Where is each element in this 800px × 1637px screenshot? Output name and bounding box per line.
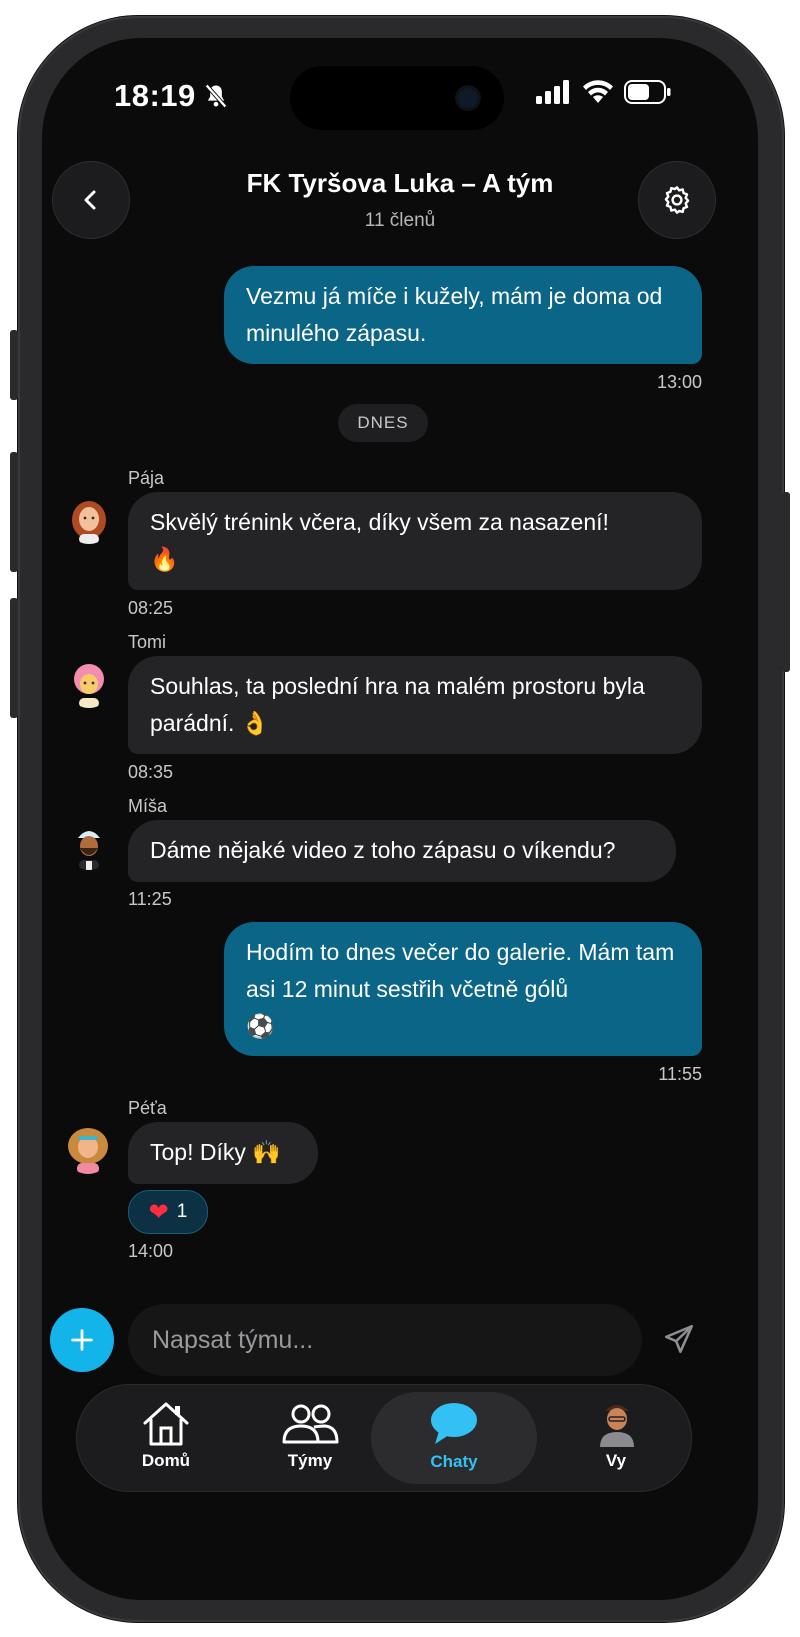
message-bubble-incoming[interactable]: Souhlas, ta poslední hra na malém prosto…: [128, 656, 702, 754]
tab-profile[interactable]: Vy: [541, 1385, 691, 1491]
tab-label: Domů: [141, 1451, 191, 1470]
avatar-paja-icon: [66, 498, 112, 544]
fire-emoji-icon: 🔥: [150, 547, 179, 573]
action-button: [10, 330, 18, 400]
message-text: Hodím to dnes večer do galerie. Mám tam …: [246, 939, 675, 1002]
tab-label: Chaty: [430, 1452, 478, 1471]
plus-icon: [71, 1329, 93, 1351]
sender-name: Tomi: [128, 632, 167, 652]
message-time: 14:00: [128, 1241, 174, 1261]
screen: 18:19 FK Tyršova Luka – A tým 11 členů V…: [42, 38, 758, 1600]
avatar[interactable]: [66, 662, 112, 708]
bell-slash-icon: [205, 84, 227, 108]
cellular-signal-icon: [536, 80, 569, 104]
member-count: 11 členů: [364, 210, 436, 231]
people-icon: [282, 1404, 339, 1444]
dynamic-island: [290, 66, 504, 130]
message-time: 08:35: [128, 762, 174, 782]
tab-chats[interactable]: Chaty: [371, 1392, 537, 1484]
send-button[interactable]: [662, 1322, 696, 1361]
wifi-icon: [583, 80, 613, 103]
profile-avatar: [600, 1405, 634, 1447]
chat-bubble-icon: [431, 1403, 477, 1444]
avatar-misa-icon: [66, 824, 112, 870]
avatar-tomi-icon: [66, 662, 112, 708]
soccer-ball-emoji-icon: ⚽: [246, 1014, 275, 1040]
heart-icon: ❤: [148, 1198, 169, 1226]
sender-name: Pája: [128, 468, 165, 488]
camera-icon: [458, 88, 478, 108]
message-bubble-outgoing[interactable]: Vezmu já míče i kužely, mám je doma od m…: [224, 266, 702, 364]
message-text: Top! Díky: [150, 1139, 246, 1165]
message-text: Dáme nějaké video z toho zápasu o víkend…: [150, 837, 616, 863]
message-text: Souhlas, ta poslední hra na malém prosto…: [150, 673, 645, 736]
settings-button[interactable]: [638, 161, 716, 239]
message-time: 08:25: [128, 598, 174, 618]
add-attachment-button[interactable]: [50, 1308, 114, 1372]
chat-title: FK Tyršova Luka – A tým: [246, 168, 554, 198]
message-text: Skvělý trénink včera, díky všem za nasaz…: [150, 509, 609, 535]
message-text: Vezmu já míče i kužely, mám je doma od m…: [246, 283, 663, 346]
avatar[interactable]: [66, 498, 112, 544]
back-button[interactable]: [52, 161, 130, 239]
message-input[interactable]: Napsat týmu...: [128, 1304, 642, 1376]
ok-hand-emoji-icon: 👌: [240, 711, 270, 737]
day-separator: DNES: [338, 404, 428, 442]
gear-icon: [664, 186, 690, 214]
tab-label: Vy: [605, 1451, 627, 1470]
reaction-badge[interactable]: ❤ 1: [128, 1190, 208, 1234]
message-bubble-incoming[interactable]: Skvělý trénink včera, díky všem za nasaz…: [128, 492, 702, 590]
volume-up-button: [10, 452, 18, 572]
power-button: [782, 492, 790, 672]
battery-icon: [624, 80, 671, 104]
avatar[interactable]: [64, 1126, 112, 1174]
volume-down-button: [10, 598, 18, 718]
tab-label: Týmy: [287, 1451, 333, 1470]
home-icon: [143, 1402, 189, 1446]
avatar-peta-icon: [64, 1126, 112, 1174]
avatar[interactable]: [66, 824, 112, 870]
message-time: 11:55: [658, 1064, 702, 1084]
chevron-left-icon: [84, 190, 96, 210]
tab-teams[interactable]: Týmy: [235, 1385, 385, 1491]
status-time: 18:19: [114, 78, 196, 113]
message-time: 11:25: [128, 889, 172, 909]
message-bubble-incoming[interactable]: Top! Díky 🙌: [128, 1122, 318, 1184]
message-bubble-incoming[interactable]: Dáme nějaké video z toho zápasu o víkend…: [128, 820, 676, 882]
message-bubble-outgoing[interactable]: Hodím to dnes večer do galerie. Mám tam …: [224, 922, 702, 1056]
tab-bar: Domů Týmy Chaty Vy: [76, 1384, 692, 1492]
message-time: 13:00: [656, 372, 702, 392]
reaction-count: 1: [176, 1201, 188, 1222]
sender-name: Péťa: [128, 1098, 167, 1118]
sender-name: Míša: [128, 796, 168, 816]
raising-hands-emoji-icon: 🙌: [252, 1140, 281, 1166]
tab-home[interactable]: Domů: [91, 1385, 241, 1491]
send-icon: [664, 1324, 694, 1354]
